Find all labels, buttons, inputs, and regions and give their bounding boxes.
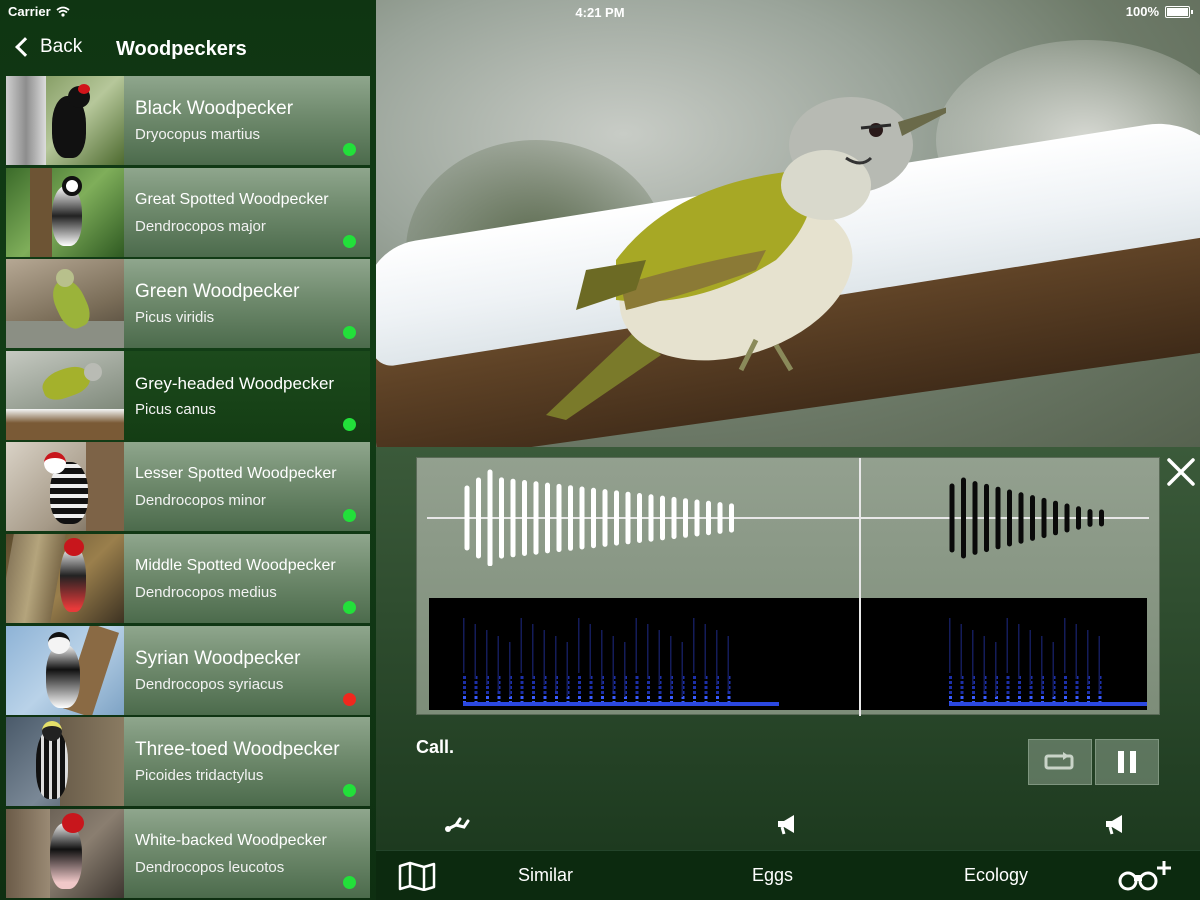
sound-type-label: Call. [416, 737, 455, 757]
megaphone-icon[interactable] [774, 811, 802, 837]
nav-header: Back Woodpeckers [0, 24, 376, 76]
species-latin-name: Dryocopus martius [135, 126, 261, 143]
species-name: Lesser Spotted Woodpecker [135, 465, 337, 483]
species-latin-name: Picus viridis [135, 309, 215, 327]
species-thumbnail [6, 259, 124, 349]
pause-button[interactable] [1095, 739, 1159, 785]
list-item[interactable]: Great Spotted Woodpecker Dendrocopos maj… [6, 167, 370, 257]
battery-percent: 100% [1125, 4, 1159, 19]
species-latin-name: Dendrocopos syriacus [135, 675, 284, 693]
tab-similar[interactable]: Similar [518, 865, 573, 886]
species-latin-name: Picoides tridactylus [135, 767, 264, 785]
list-item[interactable]: Lesser Spotted Woodpecker Dendrocopos mi… [6, 442, 370, 532]
species-latin-name: Dendrocopos minor [135, 492, 266, 510]
back-label: Back [40, 36, 83, 57]
list-item[interactable]: Middle Spotted Woodpecker Dendrocopos me… [6, 533, 370, 623]
repeat-icon [1044, 752, 1074, 770]
carrier-label: Carrier [8, 4, 51, 19]
binoculars-add-icon[interactable] [1116, 859, 1176, 893]
page-title: Woodpeckers [116, 38, 247, 60]
status-dot [343, 234, 356, 248]
species-name: Syrian Woodpecker [135, 647, 301, 669]
close-icon[interactable] [1164, 455, 1198, 489]
repeat-button[interactable] [1028, 739, 1092, 785]
status-dot [343, 417, 356, 431]
playback-cursor[interactable] [859, 458, 861, 716]
species-thumbnail [6, 442, 124, 532]
battery-icon [1165, 5, 1193, 18]
species-name: Three-toed Woodpecker [135, 739, 340, 761]
back-button[interactable]: Back [14, 36, 82, 58]
sound-panel: Call. [376, 447, 1200, 850]
status-dot [343, 875, 356, 889]
sonogram-panel[interactable] [416, 457, 1160, 716]
species-latin-name: Picus canus [135, 400, 216, 418]
list-item[interactable]: Green Woodpecker Picus viridis [6, 259, 370, 349]
status-dot [343, 143, 356, 156]
status-bar: Carrier 4:21 PM 100% [0, 0, 1200, 24]
species-sidebar: Back Woodpeckers Black Woodpecker Dryoco… [0, 0, 376, 900]
tab-ecology[interactable]: Ecology [964, 865, 1028, 886]
species-thumbnail [6, 808, 124, 898]
species-thumbnail [6, 533, 124, 623]
status-dot [343, 326, 356, 340]
status-dot [343, 600, 356, 614]
list-item[interactable]: Black Woodpecker Dryocopus martius [6, 76, 370, 165]
woodpecker-drum-icon[interactable] [444, 811, 472, 837]
waveform [427, 469, 1149, 566]
tab-eggs[interactable]: Eggs [752, 865, 793, 886]
list-item[interactable]: Syrian Woodpecker Dendrocopos syriacus [6, 625, 370, 715]
species-thumbnail [6, 76, 124, 165]
species-name: White-backed Woodpecker [135, 831, 327, 849]
wifi-icon [56, 6, 70, 17]
list-item[interactable]: Three-toed Woodpecker Picoides tridactyl… [6, 717, 370, 807]
pause-icon [1118, 751, 1136, 773]
status-time: 4:21 PM [575, 5, 625, 20]
tab-bar: Similar Eggs Ecology [376, 850, 1200, 900]
species-latin-name: Dendrocopos leucotos [135, 858, 285, 876]
species-thumbnail [6, 625, 124, 715]
status-dot [343, 509, 356, 523]
species-list: Black Woodpecker Dryocopus martius Great… [6, 76, 370, 900]
species-thumbnail [6, 717, 124, 807]
species-latin-name: Dendrocopos medius [135, 583, 277, 601]
species-thumbnail [6, 350, 124, 440]
list-item-selected[interactable]: Grey-headed Woodpecker Picus canus [6, 350, 370, 440]
status-dot [343, 784, 356, 798]
species-name: Middle Spotted Woodpecker [135, 556, 336, 574]
grey-headed-woodpecker-image [546, 97, 946, 420]
map-icon[interactable] [398, 861, 436, 891]
species-name: Great Spotted Woodpecker [135, 190, 329, 208]
spectrogram [429, 598, 1147, 710]
species-thumbnail [6, 167, 124, 257]
species-name: Black Woodpecker [135, 98, 294, 119]
species-latin-name: Dendrocopos major [135, 217, 266, 235]
species-name: Grey-headed Woodpecker [135, 373, 335, 393]
status-dot [343, 692, 356, 706]
list-item[interactable]: White-backed Woodpecker Dendrocopos leuc… [6, 808, 370, 898]
megaphone-icon-2[interactable] [1102, 811, 1130, 837]
species-name: Green Woodpecker [135, 281, 300, 303]
species-photo [376, 0, 1200, 447]
chevron-left-icon [15, 37, 35, 57]
